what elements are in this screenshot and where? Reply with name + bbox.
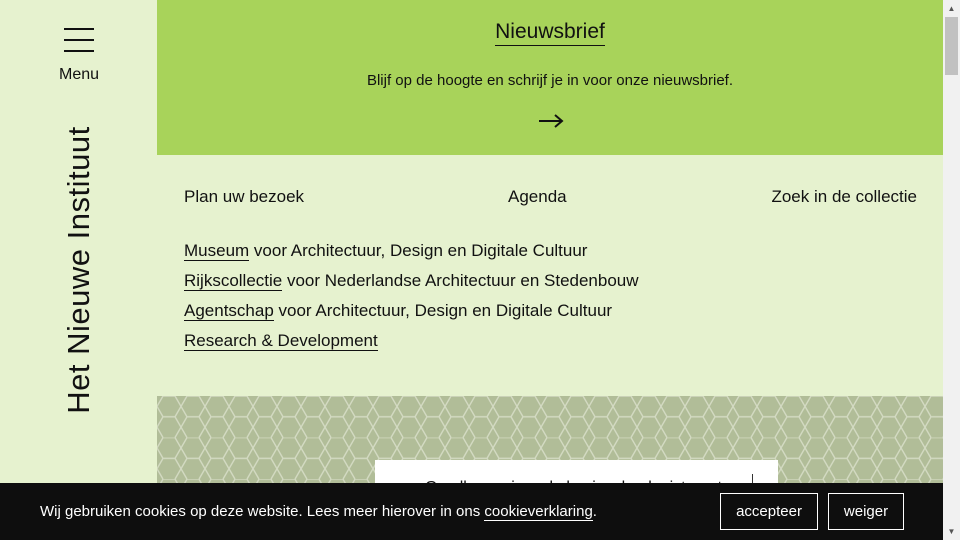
- section-row: Museum voor Architectuur, Design en Digi…: [184, 241, 639, 271]
- hamburger-icon: [64, 28, 94, 54]
- cookie-banner: Wij gebruiken cookies op deze website. L…: [0, 483, 943, 540]
- newsletter-title[interactable]: Nieuwsbrief: [495, 20, 605, 46]
- section-description: voor Architectuur, Design en Digitale Cu…: [273, 301, 613, 320]
- scroll-thumb[interactable]: [945, 17, 958, 75]
- cookie-text-before: Wij gebruiken cookies op deze website. L…: [40, 503, 485, 520]
- newsletter-text: Blijf op de hoogte en schrijf je in voor…: [366, 72, 734, 89]
- link-plan-visit[interactable]: Plan uw bezoek: [184, 187, 304, 207]
- newsletter-section: Nieuwsbrief Blijf op de hoogte en schrij…: [157, 0, 943, 155]
- section-row: Research & Development: [184, 331, 639, 361]
- section-description: voor Nederlandse Architectuur en Stedenb…: [282, 271, 639, 290]
- link-search-collection[interactable]: Zoek in de collectie: [771, 187, 917, 207]
- cookie-text-after: .: [592, 503, 597, 520]
- section-links: Museum voor Architectuur, Design en Digi…: [184, 241, 639, 361]
- decline-cookies-button[interactable]: weiger: [828, 493, 904, 530]
- arrow-right-icon[interactable]: [538, 112, 564, 130]
- section-row: Agentschap voor Architectuur, Design en …: [184, 301, 639, 331]
- scroll-up-icon[interactable]: ▲: [943, 0, 960, 17]
- cookie-policy-link[interactable]: cookieverklaring: [484, 503, 593, 521]
- main-navigation: Plan uw bezoek Agenda Zoek in de collect…: [157, 155, 943, 396]
- menu-button[interactable]: Menu: [50, 26, 108, 84]
- section-description: voor Architectuur, Design en Digitale Cu…: [249, 241, 588, 260]
- scroll-down-icon[interactable]: ▼: [943, 523, 960, 540]
- cookie-text: Wij gebruiken cookies op deze website. L…: [40, 503, 597, 521]
- link-rijkscollectie[interactable]: Rijkscollectie: [184, 271, 283, 291]
- scrollbar[interactable]: ▲ ▼: [943, 0, 960, 540]
- link-agenda[interactable]: Agenda: [508, 187, 567, 207]
- menu-label: Menu: [58, 66, 100, 83]
- accept-cookies-button[interactable]: accepteer: [720, 493, 818, 530]
- link-museum[interactable]: Museum: [184, 241, 250, 261]
- sidebar: Menu Het Nieuwe Instituut: [0, 0, 157, 540]
- site-logo[interactable]: Het Nieuwe Instituut: [61, 126, 97, 413]
- link-research-development[interactable]: Research & Development: [184, 331, 378, 351]
- link-agentschap[interactable]: Agentschap: [184, 301, 274, 321]
- section-row: Rijkscollectie voor Nederlandse Architec…: [184, 271, 639, 301]
